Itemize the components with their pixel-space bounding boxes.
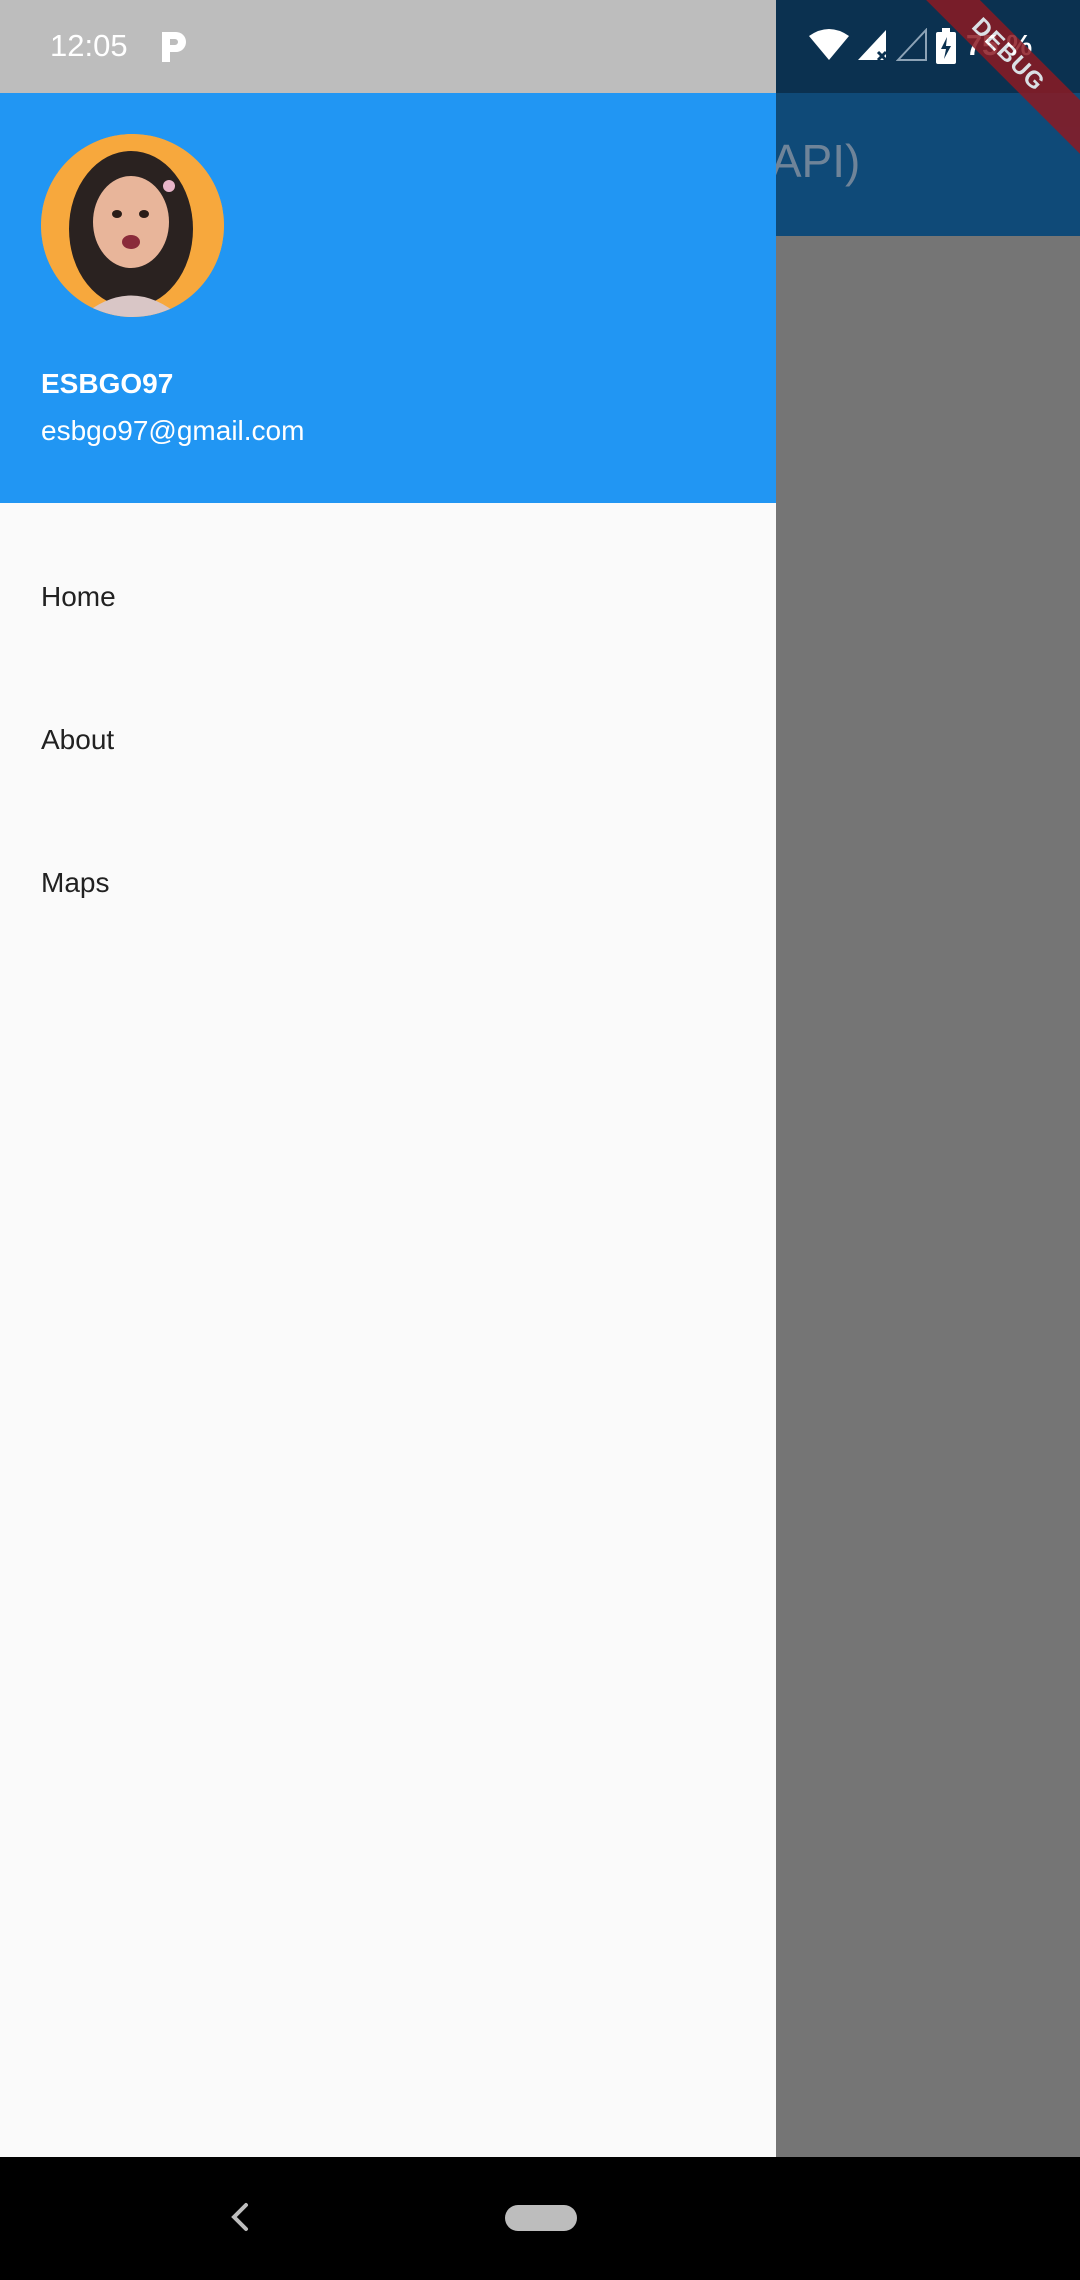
no-signal-icon <box>896 28 927 61</box>
menu-item-about[interactable]: About <box>0 668 776 811</box>
avatar[interactable] <box>41 134 224 317</box>
system-nav-bar <box>0 2157 1080 2280</box>
drawer-menu: Home About Maps <box>0 525 776 954</box>
menu-item-home[interactable]: Home <box>0 525 776 668</box>
menu-item-maps[interactable]: Maps <box>0 811 776 954</box>
navigation-drawer: ESBGO97 esbgo97@gmail.com Home About Map… <box>0 0 776 2157</box>
signal-icon <box>858 30 888 62</box>
status-time: 12:05 <box>50 28 128 63</box>
drawer-header: ESBGO97 esbgo97@gmail.com <box>0 93 776 503</box>
status-bar: 12:05 75 % <box>0 0 1080 93</box>
account-email: esbgo97@gmail.com <box>41 415 305 446</box>
account-name: ESBGO97 <box>41 368 174 399</box>
back-icon[interactable] <box>220 2197 260 2237</box>
wifi-icon <box>809 29 849 60</box>
home-pill[interactable] <box>505 2205 577 2231</box>
p-app-icon <box>162 32 186 62</box>
avatar-photo <box>41 134 224 317</box>
battery-charging-icon <box>936 28 956 64</box>
